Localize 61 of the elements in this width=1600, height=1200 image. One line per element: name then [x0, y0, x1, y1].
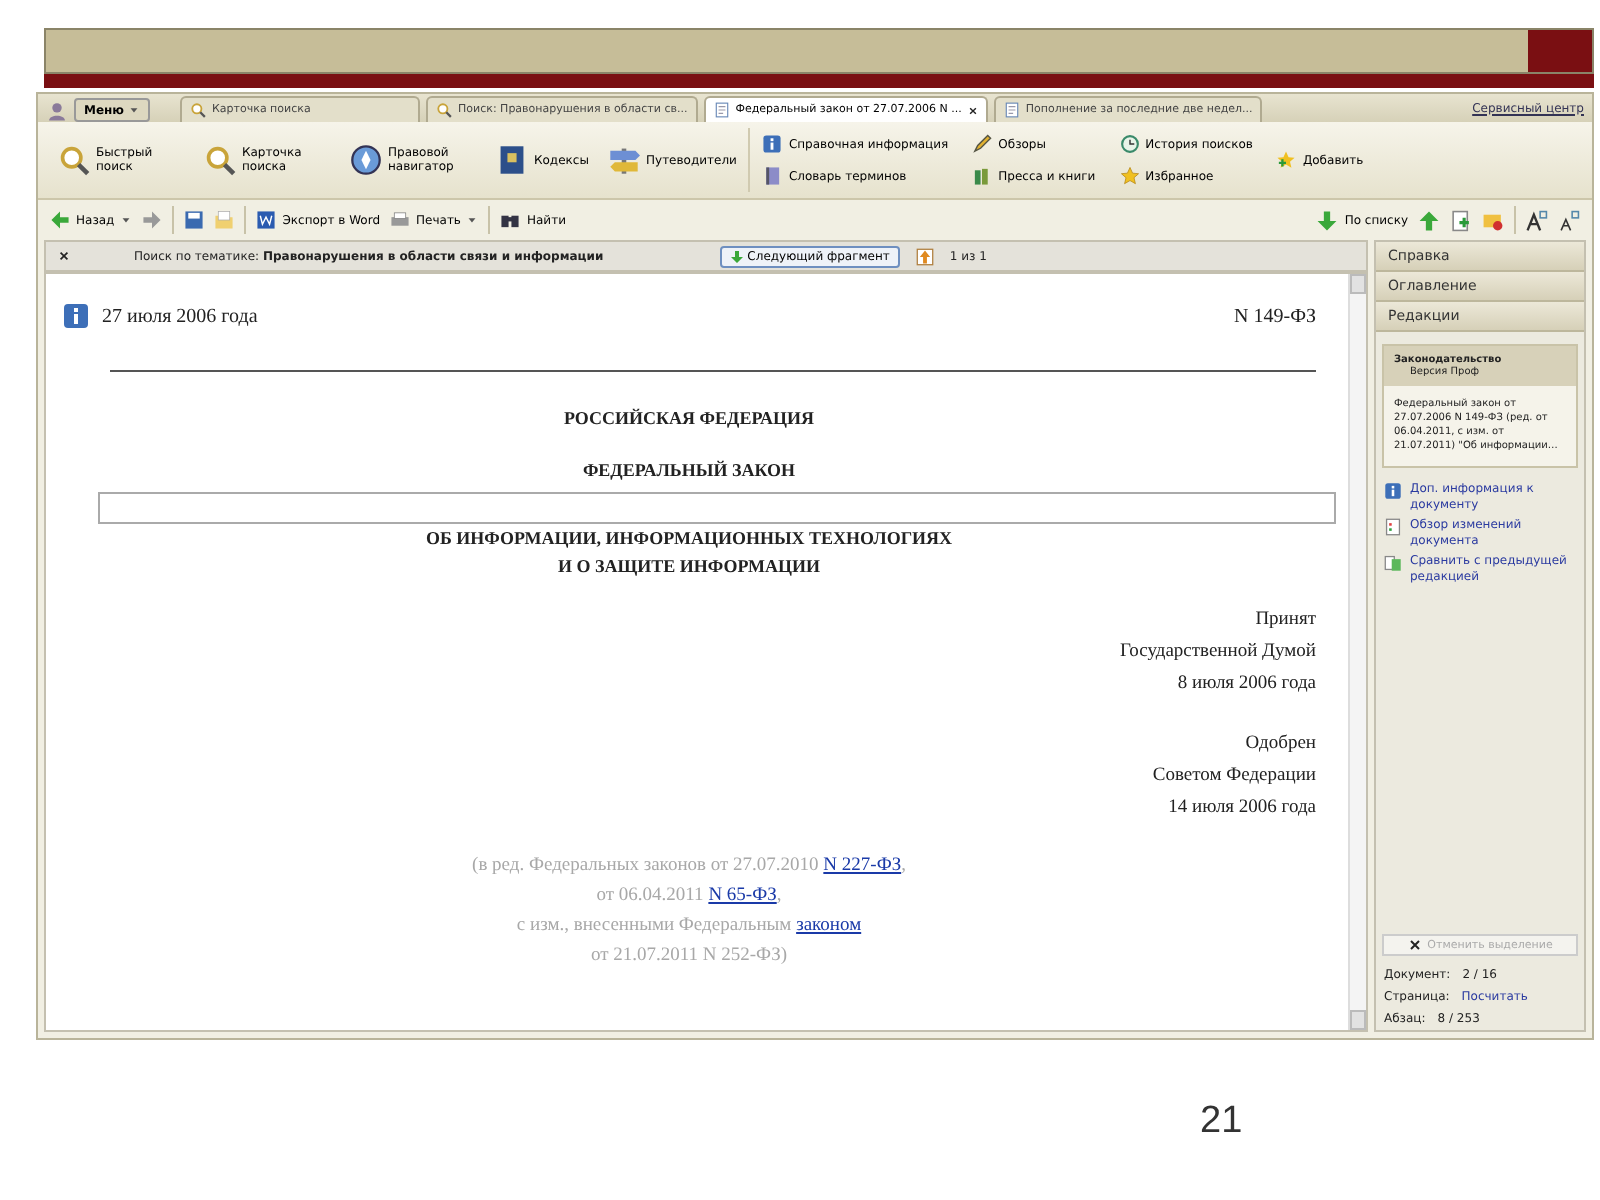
magnifier-icon — [436, 102, 453, 118]
edition-note: от 21.07.2011 N 252-ФЗ) — [588, 944, 789, 970]
edition-note: с изм., внесенными Федеральным законом — [514, 914, 864, 940]
arrow-down-icon — [729, 249, 744, 263]
caret-icon — [128, 104, 141, 116]
law-link[interactable]: законом — [796, 916, 862, 936]
pencil-icon — [972, 134, 993, 154]
document-title: ОБ ИНФОРМАЦИИ, ИНФОРМАЦИОННЫХ ТЕХНОЛОГИЯХ — [423, 528, 955, 548]
clock-icon — [1119, 134, 1140, 154]
info-icon — [762, 134, 783, 154]
arrow-down-icon — [1316, 209, 1339, 231]
binoculars-icon — [500, 210, 521, 230]
close-icon — [967, 105, 978, 115]
info-icon — [1384, 482, 1402, 500]
arrow-left-icon — [50, 210, 70, 230]
folder-icon — [214, 210, 235, 230]
arrow-up-icon — [915, 247, 934, 265]
document-heading: РОССИЙСКАЯ ФЕДЕРАЦИЯ — [561, 408, 817, 428]
dictionary-icon — [762, 166, 783, 186]
document-icon — [1003, 102, 1020, 118]
banner-corner — [1528, 30, 1592, 72]
magnifier-icon — [58, 144, 90, 176]
word-icon — [256, 210, 277, 230]
edition-note: (в ред. Федеральных законов от 27.07.2010 N 227-ФЗ, — [470, 854, 908, 880]
font-larger-icon — [1526, 209, 1548, 231]
adoption-text: Одобрен — [1243, 732, 1316, 758]
document-date: 27 июля 2006 года — [102, 305, 260, 327]
printer-icon — [390, 210, 411, 230]
star-plus-icon — [1276, 150, 1297, 170]
caret-icon — [120, 214, 133, 226]
compass-icon — [350, 144, 382, 176]
document-plus-icon — [1450, 209, 1472, 231]
books-icon — [972, 166, 993, 186]
caret-icon — [466, 214, 479, 226]
document-title: И О ЗАЩИТЕ ИНФОРМАЦИИ — [555, 556, 823, 576]
adoption-text: 8 июля 2006 года — [1175, 672, 1316, 698]
info-icon — [62, 302, 90, 330]
star-icon — [1119, 166, 1140, 186]
arrow-up-icon — [1418, 209, 1440, 231]
document-icon — [713, 102, 730, 118]
edition-note: от 06.04.2011 N 65-ФЗ, — [594, 884, 784, 910]
close-icon — [1407, 938, 1422, 952]
magnifier-icon — [190, 102, 207, 118]
slide-number: 21 — [1200, 1100, 1243, 1144]
document-icon — [1384, 518, 1402, 536]
close-icon — [58, 250, 70, 262]
law-link[interactable]: N 65-ФЗ — [708, 886, 777, 906]
document-heading: ФЕДЕРАЛЬНЫЙ ЗАКОН — [580, 460, 798, 480]
document-number: N 149-ФЗ — [1234, 305, 1316, 327]
font-smaller-icon — [1558, 209, 1580, 231]
adoption-text: Советом Федерации — [1150, 764, 1316, 790]
adoption-text: Принят — [1253, 608, 1316, 634]
book-icon — [496, 144, 528, 176]
signpost-icon — [608, 144, 640, 176]
adoption-text: Государственной Думой — [1117, 640, 1316, 666]
person-icon — [46, 100, 68, 122]
compare-icon — [1384, 554, 1402, 572]
law-link[interactable]: N 227-ФЗ — [823, 856, 902, 876]
magnifier-icon — [204, 144, 236, 176]
adoption-text: 14 июля 2006 года — [1166, 796, 1316, 822]
arrow-right-icon — [142, 210, 163, 230]
